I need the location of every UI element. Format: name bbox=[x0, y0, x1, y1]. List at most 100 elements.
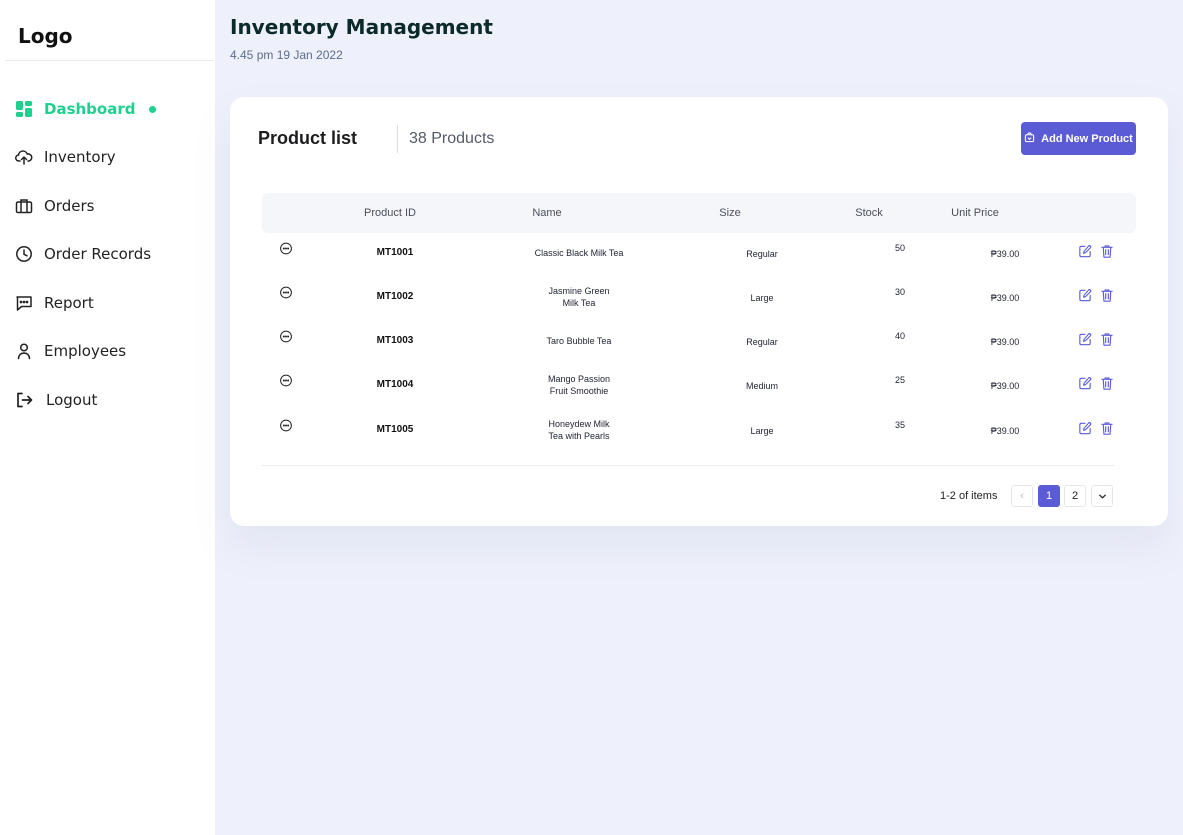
more-options-icon[interactable] bbox=[280, 286, 293, 304]
size-cell: Large bbox=[750, 293, 774, 303]
sidebar-item-inventory[interactable]: Inventory bbox=[15, 143, 205, 171]
edit-icon[interactable] bbox=[1078, 376, 1093, 396]
product-id-cell: MT1003 bbox=[376, 335, 414, 346]
product-name-cell: Jasmine Green Milk Tea bbox=[548, 285, 609, 309]
sidebar-item-orders[interactable]: Orders bbox=[15, 192, 205, 220]
add-new-product-button[interactable]: Add New Product bbox=[1021, 122, 1136, 155]
column-header-name[interactable]: Name bbox=[532, 193, 561, 233]
size-cell: Large bbox=[750, 426, 774, 436]
product-name-line: Honeydew Milk bbox=[548, 419, 610, 429]
column-header-size[interactable]: Size bbox=[719, 193, 740, 233]
pagination-prev-button[interactable]: ‹ bbox=[1011, 485, 1033, 507]
sidebar-item-order-records[interactable]: Order Records bbox=[15, 240, 205, 268]
sidebar-item-label: Order Records bbox=[44, 245, 152, 263]
product-list-card: Product list 38 Products Add New Product… bbox=[230, 97, 1168, 526]
app-root: Logo Dashboard Inventory Orders Order Re… bbox=[0, 0, 1183, 835]
table-row[interactable]: MT1005 Honeydew Milk Tea with Pearls Large 3… bbox=[262, 410, 1136, 454]
delete-icon[interactable] bbox=[1100, 244, 1114, 264]
product-id-cell: MT1005 bbox=[376, 424, 414, 435]
upload-icon bbox=[15, 148, 33, 166]
sidebar-item-label: Inventory bbox=[44, 148, 116, 166]
unit-price-cell: ₱39.00 bbox=[990, 293, 1020, 303]
product-name-line: Jasmine Green bbox=[548, 286, 610, 296]
product-name-line: Taro Bubble Tea bbox=[546, 336, 612, 346]
column-header-stock[interactable]: Stock bbox=[855, 193, 883, 233]
unit-price-cell: ₱39.00 bbox=[990, 337, 1020, 347]
stock-cell: 30 bbox=[894, 287, 906, 297]
more-options-icon[interactable] bbox=[280, 419, 293, 437]
sidebar-item-label: Employees bbox=[44, 342, 127, 360]
card-title: Product list bbox=[258, 128, 358, 148]
pagination-info: 1-2 of items bbox=[940, 490, 998, 502]
briefcase-icon bbox=[15, 197, 33, 215]
unit-price-cell: ₱39.00 bbox=[990, 426, 1020, 436]
chevron-down-icon bbox=[1098, 494, 1106, 498]
logout-icon bbox=[15, 391, 33, 409]
sidebar-item-dashboard[interactable]: Dashboard bbox=[15, 95, 205, 123]
page-datetime: 4.45 pm 19 Jan 2022 bbox=[230, 48, 343, 62]
sidebar-item-label: Report bbox=[44, 294, 94, 312]
table-divider bbox=[262, 465, 1114, 466]
table-row[interactable]: MT1004 Mango Passion Fruit Smoothie Medium 2… bbox=[262, 365, 1136, 409]
table-row[interactable]: MT1002 Jasmine Green Milk Tea Large 30 ₱39.00 bbox=[262, 277, 1136, 321]
more-options-icon[interactable] bbox=[280, 374, 293, 392]
edit-icon[interactable] bbox=[1078, 421, 1093, 441]
product-name-line: Tea with Pearls bbox=[548, 431, 610, 441]
product-name-line: Classic Black Milk Tea bbox=[534, 248, 624, 258]
product-name-line: Milk Tea bbox=[562, 298, 596, 308]
product-count: 38 Products bbox=[409, 130, 495, 147]
product-name-line: Fruit Smoothie bbox=[549, 386, 609, 396]
more-options-icon[interactable] bbox=[280, 330, 293, 348]
logo-divider bbox=[5, 60, 213, 61]
delete-icon[interactable] bbox=[1100, 376, 1114, 396]
size-cell: Regular bbox=[746, 337, 778, 347]
pagination-page-1[interactable]: 1 bbox=[1038, 485, 1060, 507]
delete-icon[interactable] bbox=[1100, 288, 1114, 308]
sidebar-item-label: Logout bbox=[46, 391, 98, 409]
title-divider bbox=[397, 125, 398, 153]
delete-icon[interactable] bbox=[1100, 421, 1114, 441]
table-header: Product ID Name Size Stock Unit Price bbox=[262, 193, 1136, 233]
product-name-cell: Mango Passion Fruit Smoothie bbox=[548, 373, 610, 397]
more-options-icon[interactable] bbox=[280, 242, 293, 260]
table-row[interactable]: MT1001 Classic Black Milk Tea Regular 50 ₱39… bbox=[262, 233, 1136, 277]
product-id-cell: MT1001 bbox=[376, 247, 414, 258]
pagination-next-button[interactable] bbox=[1091, 485, 1113, 507]
product-id-cell: MT1004 bbox=[376, 379, 414, 390]
stock-cell: 35 bbox=[894, 420, 906, 430]
product-id-cell: MT1002 bbox=[376, 291, 414, 302]
user-icon bbox=[15, 342, 33, 360]
sidebar: Logo Dashboard Inventory Orders Order Re… bbox=[0, 0, 215, 835]
edit-icon[interactable] bbox=[1078, 332, 1093, 352]
column-header-unit-price[interactable]: Unit Price bbox=[951, 193, 999, 233]
column-header-product-id[interactable]: Product ID bbox=[364, 193, 416, 233]
product-name-cell: Taro Bubble Tea bbox=[547, 335, 612, 347]
sidebar-item-report[interactable]: Report bbox=[15, 289, 205, 317]
stock-cell: 25 bbox=[894, 375, 906, 385]
sidebar-item-employees[interactable]: Employees bbox=[15, 337, 205, 365]
logo: Logo bbox=[18, 24, 73, 48]
message-icon bbox=[15, 294, 33, 312]
size-cell: Regular bbox=[746, 249, 778, 259]
pagination-page-2[interactable]: 2 bbox=[1064, 485, 1086, 507]
sidebar-item-logout[interactable]: Logout bbox=[15, 386, 205, 414]
delete-icon[interactable] bbox=[1100, 332, 1114, 352]
active-indicator bbox=[149, 105, 157, 113]
add-product-icon bbox=[1024, 131, 1035, 146]
stock-cell: 40 bbox=[894, 331, 906, 341]
table-row[interactable]: MT1003 Taro Bubble Tea Regular 40 ₱39.00 bbox=[262, 321, 1136, 365]
product-name-line: Mango Passion bbox=[547, 374, 611, 384]
stock-cell: 50 bbox=[894, 243, 906, 253]
edit-icon[interactable] bbox=[1078, 288, 1093, 308]
add-new-product-label: Add New Product bbox=[1041, 132, 1133, 145]
product-name-cell: Honeydew Milk Tea with Pearls bbox=[548, 418, 609, 442]
page-title: Inventory Management bbox=[230, 15, 493, 39]
sidebar-item-label: Orders bbox=[44, 197, 95, 215]
clock-icon bbox=[15, 245, 33, 263]
product-name-cell: Classic Black Milk Tea bbox=[535, 247, 624, 259]
unit-price-cell: ₱39.00 bbox=[990, 381, 1020, 391]
unit-price-cell: ₱39.00 bbox=[990, 249, 1020, 259]
sidebar-item-label: Dashboard bbox=[44, 100, 136, 118]
dashboard-grid-icon bbox=[15, 100, 33, 118]
edit-icon[interactable] bbox=[1078, 244, 1093, 264]
